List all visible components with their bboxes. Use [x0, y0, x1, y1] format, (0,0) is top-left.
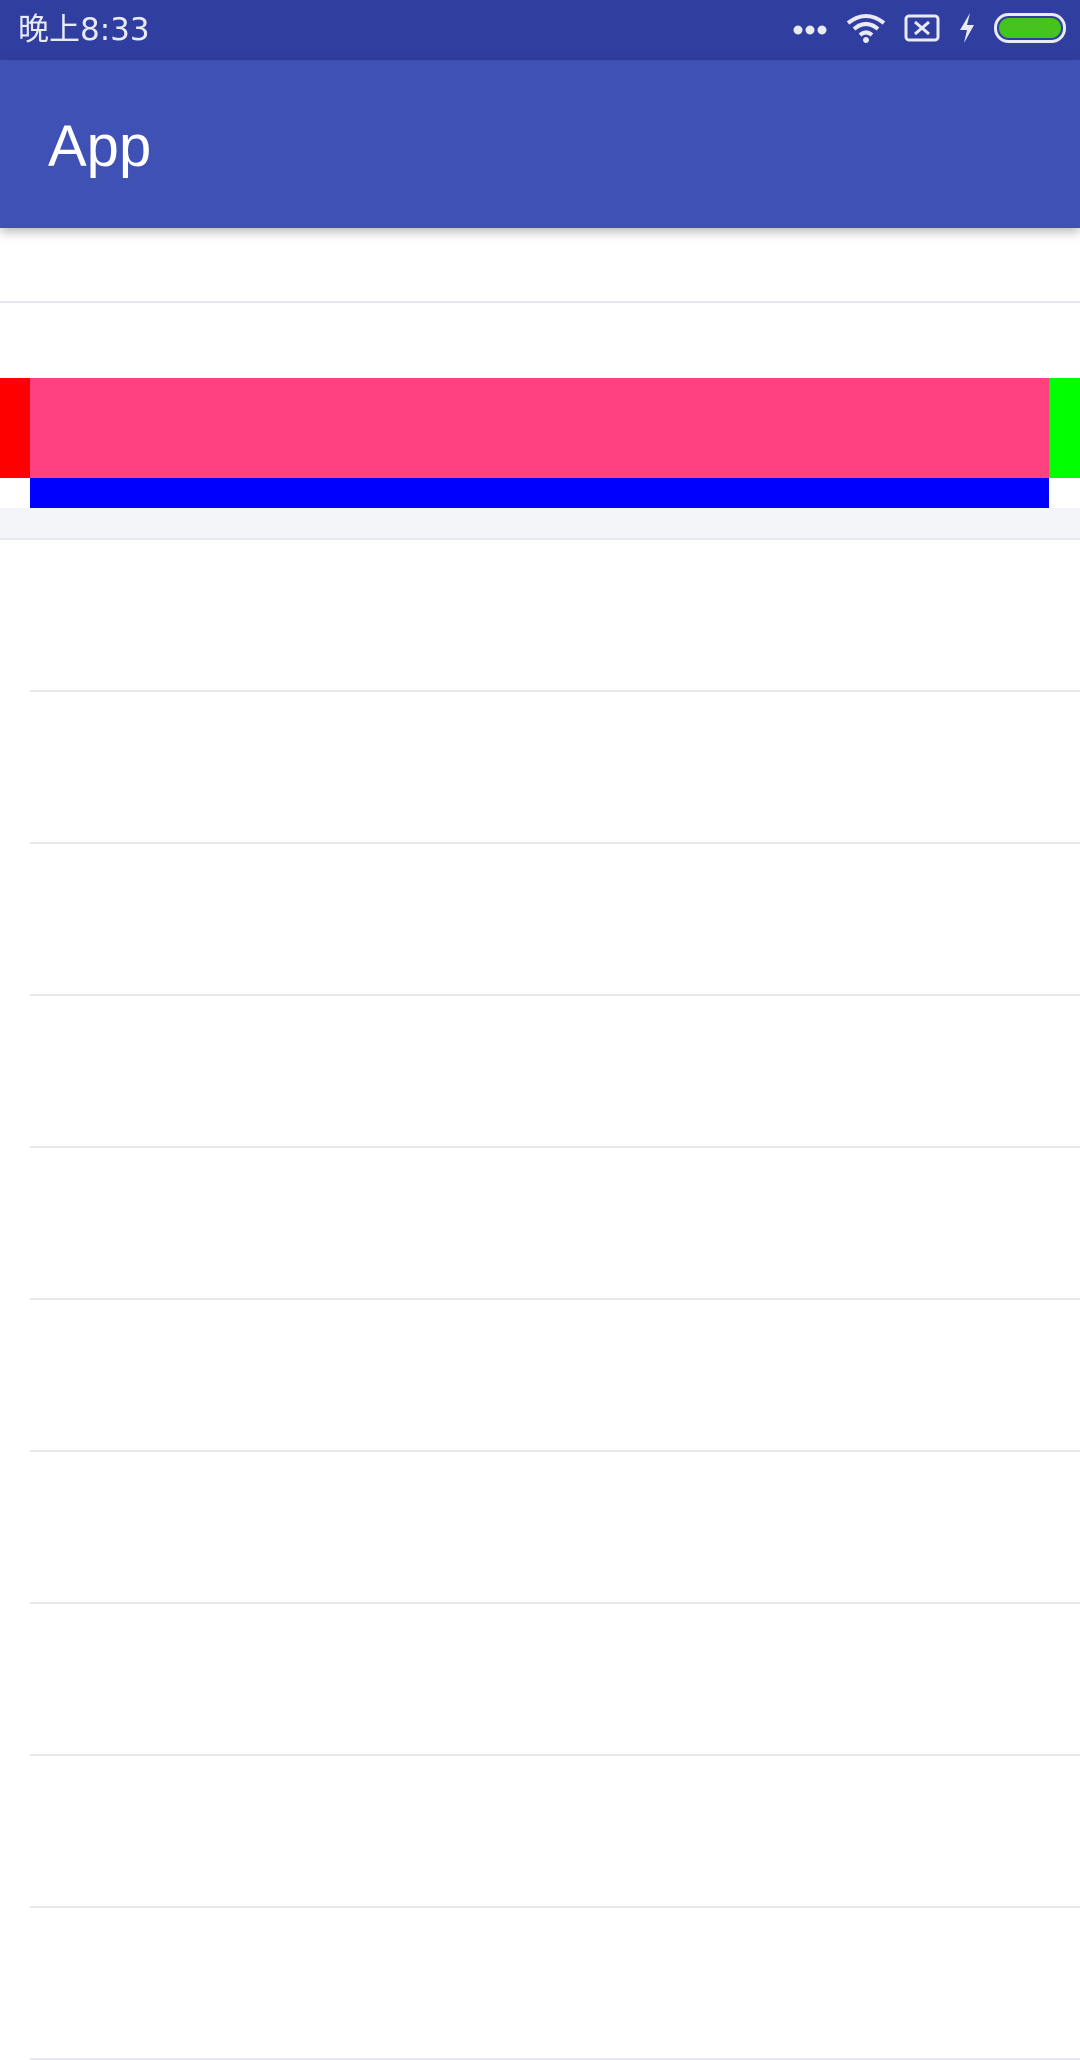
more-dots-icon — [792, 21, 828, 40]
pink-block[interactable] — [30, 378, 1049, 478]
list-item[interactable] — [30, 996, 1080, 1148]
red-block — [0, 378, 30, 478]
wifi-icon — [846, 13, 886, 47]
blue-block — [30, 478, 1049, 508]
list-item[interactable] — [30, 1452, 1080, 1604]
list-item[interactable] — [30, 1148, 1080, 1300]
green-block — [1049, 378, 1080, 478]
list — [0, 540, 1080, 2060]
status-bar: 晚上8:33 — [0, 0, 1080, 60]
status-icons — [792, 0, 1066, 60]
list-item[interactable] — [30, 1300, 1080, 1452]
list-item[interactable] — [30, 1756, 1080, 1908]
content — [0, 228, 1080, 2060]
app-bar: App — [0, 60, 1080, 228]
list-item[interactable] — [30, 692, 1080, 844]
list-item[interactable] — [30, 540, 1080, 692]
list-item[interactable] — [30, 1604, 1080, 1756]
no-sim-icon — [904, 14, 940, 46]
top-row[interactable] — [0, 228, 1080, 303]
section-divider-band — [0, 508, 1080, 540]
charging-icon — [958, 13, 976, 47]
battery-icon — [994, 13, 1066, 47]
list-item[interactable] — [30, 844, 1080, 996]
list-item[interactable] — [30, 1908, 1080, 2060]
status-time: 晚上8:33 — [18, 12, 150, 48]
app-title: App — [48, 114, 152, 179]
